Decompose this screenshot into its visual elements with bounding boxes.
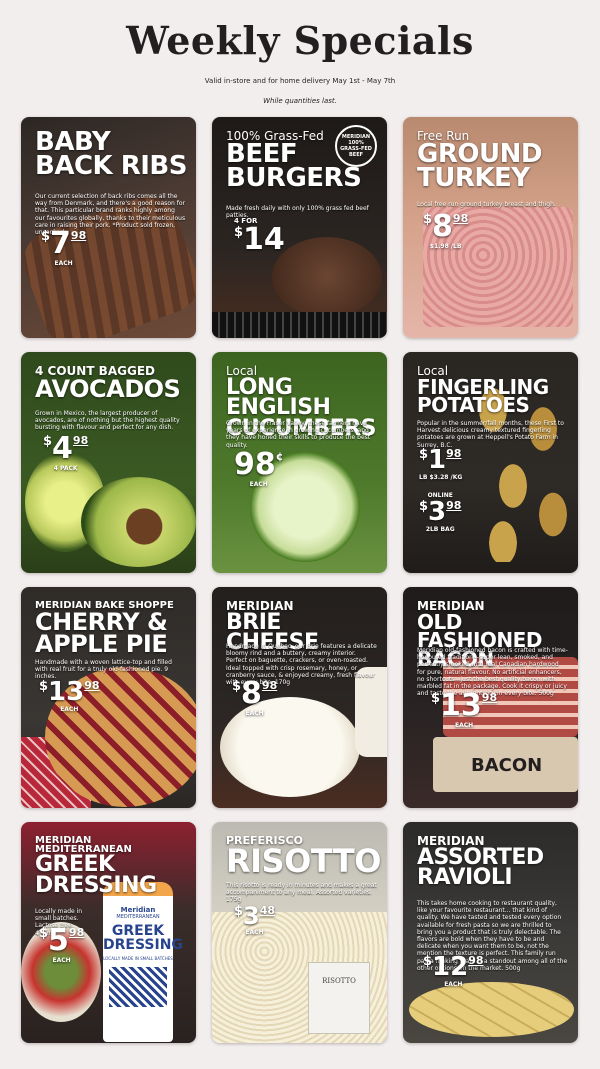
price-tag: $1398 EACH [39,677,100,713]
bottle-brand: Meridian [120,906,156,914]
page-header: Weekly Specials Valid in-store and for h… [0,0,600,105]
ravioli-image [409,982,574,1037]
grill-image [212,312,387,338]
dressing-bottle: Meridian MEDITERRANEAN GREEK DRESSING LO… [103,882,183,1042]
card-title: MERIDIAN ASSORTED RAVIOLI [417,834,544,891]
card-ground-turkey[interactable]: Free Run GROUND TURKEY Local free run gr… [403,117,578,338]
price-tag: $898 $1.98 /LB [423,209,469,251]
card-greek-dressing[interactable]: Meridian MEDITERRANEAN GREEK DRESSING LO… [21,822,196,1043]
card-avocados[interactable]: 4 COUNT BAGGED AVOCADOS Grown in Mexico,… [21,352,196,573]
card-risotto[interactable]: RISOTTO PREFERISCO RISOTTO This risotto … [212,822,387,1043]
card-brie-cheese[interactable]: MERIDIAN BRIE CHEESE Handmade in Quebec,… [212,587,387,808]
card-description: Local free run ground turkey breast and … [417,201,556,208]
bottle-pattern [109,967,167,1007]
card-cherry-apple-pie[interactable]: MERIDIAN BAKE SHOPPE CHERRY & APPLE PIE … [21,587,196,808]
card-baby-back-ribs[interactable]: BABY BACK RIBS Our current selection of … [21,117,196,338]
specials-grid: BABY BACK RIBS Our current selection of … [21,117,579,1047]
risotto-package: RISOTTO [308,962,370,1034]
card-description: Grown in the Fraser Valley, these farmer… [226,420,371,449]
card-assorted-ravioli[interactable]: MERIDIAN ASSORTED RAVIOLI This takes hom… [403,822,578,1043]
card-title: 4 COUNT BAGGED AVOCADOS [35,364,181,404]
card-title: 100% Grass-Fed BEEF BURGERS [226,129,362,193]
bottle-name: GREEK DRESSING [103,923,183,953]
burger-patty-image [272,237,382,317]
card-title: PREFERISCO RISOTTO [226,834,381,881]
avocado-pit-image [81,477,196,567]
price-tag: $348 EACH [234,902,276,936]
card-title: BABY BACK RIBS [35,127,187,181]
price-tag: 98¢ EACH [234,447,284,489]
price-tag: $798 EACH [41,226,87,268]
bottle-subtitle: LOCALLY MADE IN SMALL BATCHES [103,956,173,961]
page-title: Weekly Specials [126,18,474,63]
card-title: MERIDIAN BAKE SHOPPE CHERRY & APPLE PIE [35,600,174,659]
card-old-fashioned-bacon[interactable]: BACON MERIDIAN OLD FASHIONED BACON Merid… [403,587,578,808]
card-title: MERIDIAN MEDITERRANEAN GREEK DRESSING [35,835,157,898]
price-tag: $1298 EACH [423,952,484,988]
card-title: Local FINGERLING POTATOES [417,364,549,418]
card-description: Grown in Mexico, the largest producer of… [35,410,180,432]
price-tag: $598 EACH [39,923,85,965]
card-title: Free Run GROUND TURKEY [417,129,542,193]
price-tag: $1398 EACH [431,688,498,730]
bottle-line: MEDITERRANEAN [116,914,160,920]
online-price-tag: ONLINE $398 2LB BAG [419,492,462,533]
valid-dates-text: Valid in-store and for home delivery May… [204,77,396,85]
price-tag: $198 LB $3.28 /KG [419,445,463,481]
card-cucumbers[interactable]: Local LONG ENGLISH CUCUMBERS Grown in th… [212,352,387,573]
quantities-note: While quantities last. [263,97,337,105]
price-tag: $898 EACH [232,676,278,718]
risotto-package-label: RISOTTO [322,977,356,985]
card-description: This risotto is ready in minutes and mak… [226,882,377,904]
price-tag: $498 4 PACK [43,431,89,473]
card-beef-burgers[interactable]: MERIDIAN 100% GRASS-FED BEEF 100% Grass-… [212,117,387,338]
bacon-package-label: BACON [471,755,543,776]
price-tag: 4 FOR $14 [234,217,285,257]
card-fingerling-potatoes[interactable]: Local FINGERLING POTATOES Popular in the… [403,352,578,573]
